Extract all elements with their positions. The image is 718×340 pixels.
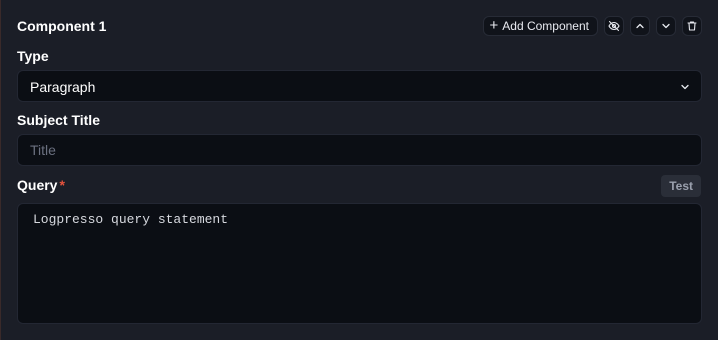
delete-component-button[interactable] <box>682 16 702 36</box>
add-component-label: Add Component <box>502 19 589 33</box>
move-down-button[interactable] <box>656 16 676 36</box>
type-label: Type <box>17 48 49 64</box>
query-field <box>17 203 702 324</box>
move-up-button[interactable] <box>630 16 650 36</box>
query-textarea[interactable] <box>18 204 701 323</box>
chevron-down-icon <box>681 84 689 90</box>
component-panel: Component 1 + Add Component Type Paragra… <box>0 0 718 340</box>
component-title: Component 1 <box>17 18 107 34</box>
add-component-button[interactable]: + Add Component <box>482 16 598 36</box>
subject-title-field <box>17 134 702 166</box>
query-label-text: Query <box>17 177 58 193</box>
eye-off-icon <box>608 20 620 32</box>
type-select-value: Paragraph <box>30 79 96 95</box>
chevron-up-icon <box>636 23 644 29</box>
subject-title-label: Subject Title <box>17 112 100 128</box>
test-query-button[interactable]: Test <box>661 175 701 197</box>
type-select[interactable]: Paragraph <box>17 70 702 102</box>
trash-icon <box>687 21 697 31</box>
plus-icon: + <box>489 17 499 34</box>
component-header: Component 1 + Add Component <box>17 16 702 36</box>
subject-title-input[interactable] <box>18 135 701 165</box>
query-label: Query * <box>17 177 65 193</box>
toggle-visibility-button[interactable] <box>604 16 624 36</box>
required-marker: * <box>59 177 65 193</box>
chevron-down-icon <box>662 23 670 29</box>
component-toolbar: + Add Component <box>482 16 702 36</box>
